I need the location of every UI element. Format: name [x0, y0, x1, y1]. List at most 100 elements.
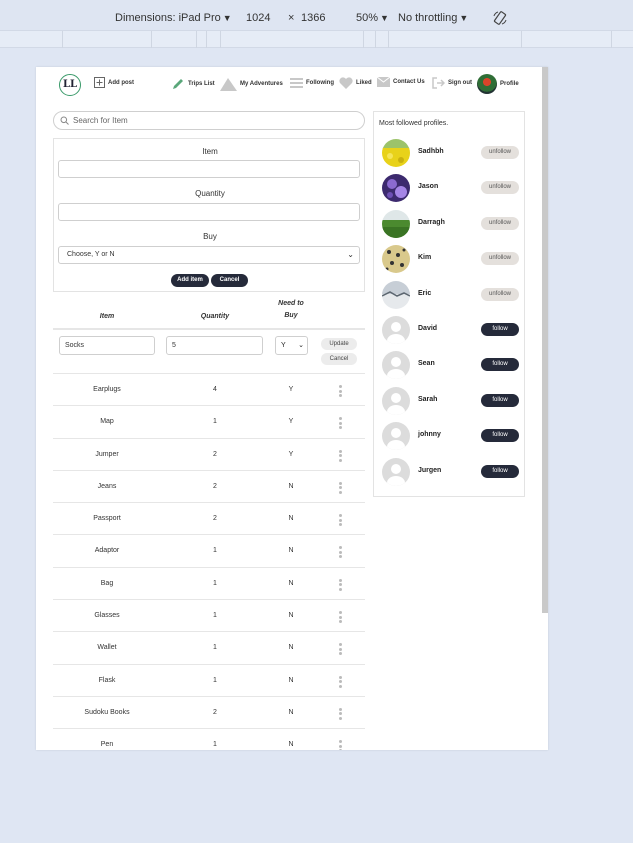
more-options-icon[interactable] — [337, 740, 343, 750]
more-options-icon[interactable] — [337, 449, 343, 462]
zoom-dropdown[interactable]: 50% ▼ — [356, 12, 389, 24]
profile-avatar[interactable] — [382, 386, 410, 415]
nav-liked[interactable]: Liked — [339, 77, 372, 89]
quantity-field[interactable] — [58, 203, 360, 221]
cell-need-to-buy: N — [288, 741, 294, 749]
follow-button[interactable]: follow — [481, 323, 519, 336]
nav-contact-us[interactable]: Contact Us — [377, 77, 425, 87]
more-options-icon[interactable] — [337, 417, 343, 430]
most-followed-panel: Most followed profiles. Sadhbh unfollow Ja… — [373, 111, 525, 497]
profile-avatar[interactable] — [382, 457, 410, 486]
profile-name[interactable]: David — [418, 325, 437, 332]
cell-need-to-buy: N — [288, 547, 294, 555]
add-item-form: Item Quantity Buy Choose, Y or N ⌄ Add i… — [53, 138, 365, 292]
cell-need-to-buy: N — [288, 515, 294, 523]
unfollow-button[interactable]: unfollow — [481, 216, 519, 230]
buy-label: Buy — [203, 232, 217, 241]
search-placeholder: Search for Item — [73, 116, 128, 125]
profile-name[interactable]: Eric — [418, 290, 431, 297]
profile-name[interactable]: Sadhbh — [418, 148, 444, 155]
profile-avatar[interactable] — [382, 316, 410, 344]
cell-quantity: 1 — [213, 612, 217, 620]
profile-name[interactable]: Jurgen — [418, 467, 441, 474]
follow-button[interactable]: follow — [481, 358, 519, 372]
profile-name[interactable]: Sarah — [418, 396, 437, 403]
search-icon — [60, 116, 69, 125]
profile-avatar[interactable] — [382, 209, 410, 238]
cell-item: Wallet — [97, 644, 117, 652]
profile-avatar[interactable] — [382, 422, 410, 451]
throttling-value: No throttling — [398, 12, 458, 24]
follow-button[interactable]: follow — [481, 429, 519, 443]
profile-name[interactable]: Kim — [418, 254, 431, 261]
update-button[interactable]: Update — [321, 338, 357, 350]
more-options-icon[interactable] — [337, 514, 343, 527]
profile-name[interactable]: johnny — [418, 431, 441, 438]
sign-out-icon — [432, 77, 445, 89]
page-scrollbar[interactable] — [542, 67, 548, 613]
throttling-dropdown[interactable]: No throttling ▼ — [398, 12, 468, 24]
device-width-input[interactable]: 1024 — [246, 12, 270, 24]
cancel-button[interactable]: Cancel — [211, 274, 248, 287]
unfollow-button[interactable]: unfollow — [481, 287, 519, 301]
table-row: Jeans 2 N — [53, 469, 365, 502]
device-height-input[interactable]: 1366 — [301, 12, 325, 24]
more-options-icon[interactable] — [337, 481, 343, 494]
edit-item-input[interactable]: Socks — [59, 336, 155, 355]
more-options-icon[interactable] — [337, 611, 343, 624]
cell-need-to-buy: N — [288, 612, 294, 620]
add-item-button[interactable]: Add item — [171, 274, 209, 287]
nav-profile[interactable]: Profile — [477, 74, 519, 94]
follow-button[interactable]: follow — [481, 464, 519, 478]
cell-item: Adaptor — [94, 547, 120, 555]
nav-profile-label: Profile — [500, 81, 519, 87]
nav-my-adventures[interactable]: My Adventures — [220, 77, 283, 91]
nav-my-adventures-label: My Adventures — [240, 81, 283, 87]
profile-item: Sarah follow — [382, 386, 522, 415]
nav-following[interactable]: Following — [290, 77, 334, 89]
more-options-icon[interactable] — [337, 546, 343, 559]
more-options-icon[interactable] — [337, 707, 343, 720]
site-logo[interactable]: LL — [59, 74, 81, 96]
profile-avatar[interactable] — [382, 174, 410, 203]
profile-avatar[interactable] — [382, 280, 410, 309]
unfollow-button[interactable]: unfollow — [481, 252, 519, 266]
dimensions-separator: × — [288, 12, 294, 24]
emulated-page: LL Add post Trips List My Adventures Fol… — [36, 67, 548, 750]
nav-sign-out[interactable]: Sign out — [432, 77, 472, 89]
cell-quantity: 1 — [213, 579, 217, 587]
edit-cancel-button[interactable]: Cancel — [321, 353, 357, 365]
profile-name[interactable]: Sean — [418, 360, 435, 367]
buy-select[interactable]: Choose, Y or N ⌄ — [58, 246, 360, 264]
edit-buy-select[interactable]: Y ⌄ — [275, 336, 308, 355]
nav-trips-list[interactable]: Trips List — [171, 77, 215, 91]
more-options-icon[interactable] — [337, 675, 343, 688]
nav-add-post[interactable]: Add post — [94, 77, 134, 88]
top-navigation: LL Add post Trips List My Adventures Fol… — [36, 67, 548, 105]
more-options-icon[interactable] — [337, 385, 343, 397]
more-options-icon[interactable] — [337, 643, 343, 656]
cell-item: Sudoku Books — [84, 708, 130, 716]
profile-name[interactable]: Darragh — [418, 219, 445, 226]
unfollow-button[interactable]: unfollow — [481, 181, 519, 195]
cell-need-to-buy: N — [288, 644, 294, 652]
unfollow-button[interactable]: unfollow — [481, 146, 519, 159]
device-dimensions-dropdown[interactable]: Dimensions: iPad Pro ▼ — [115, 12, 232, 24]
cell-quantity: 1 — [213, 418, 217, 426]
panel-title: Most followed profiles. — [379, 120, 449, 127]
cell-item: Jumper — [95, 450, 119, 458]
table-row: Passport 2 N — [53, 502, 365, 534]
table-row: Map 1 Y — [53, 405, 365, 437]
follow-button[interactable]: follow — [481, 393, 519, 407]
edit-quantity-input[interactable]: 5 — [166, 336, 263, 355]
profile-avatar[interactable] — [382, 351, 410, 380]
profile-item: Sadhbh unfollow — [382, 139, 522, 167]
rotate-icon[interactable] — [492, 10, 508, 26]
search-input[interactable]: Search for Item — [53, 111, 365, 130]
profile-avatar[interactable] — [382, 245, 410, 274]
more-options-icon[interactable] — [337, 578, 343, 591]
cell-quantity: 1 — [213, 676, 217, 684]
item-field[interactable] — [58, 160, 360, 178]
profile-avatar[interactable] — [382, 139, 410, 167]
profile-name[interactable]: Jason — [418, 183, 438, 190]
